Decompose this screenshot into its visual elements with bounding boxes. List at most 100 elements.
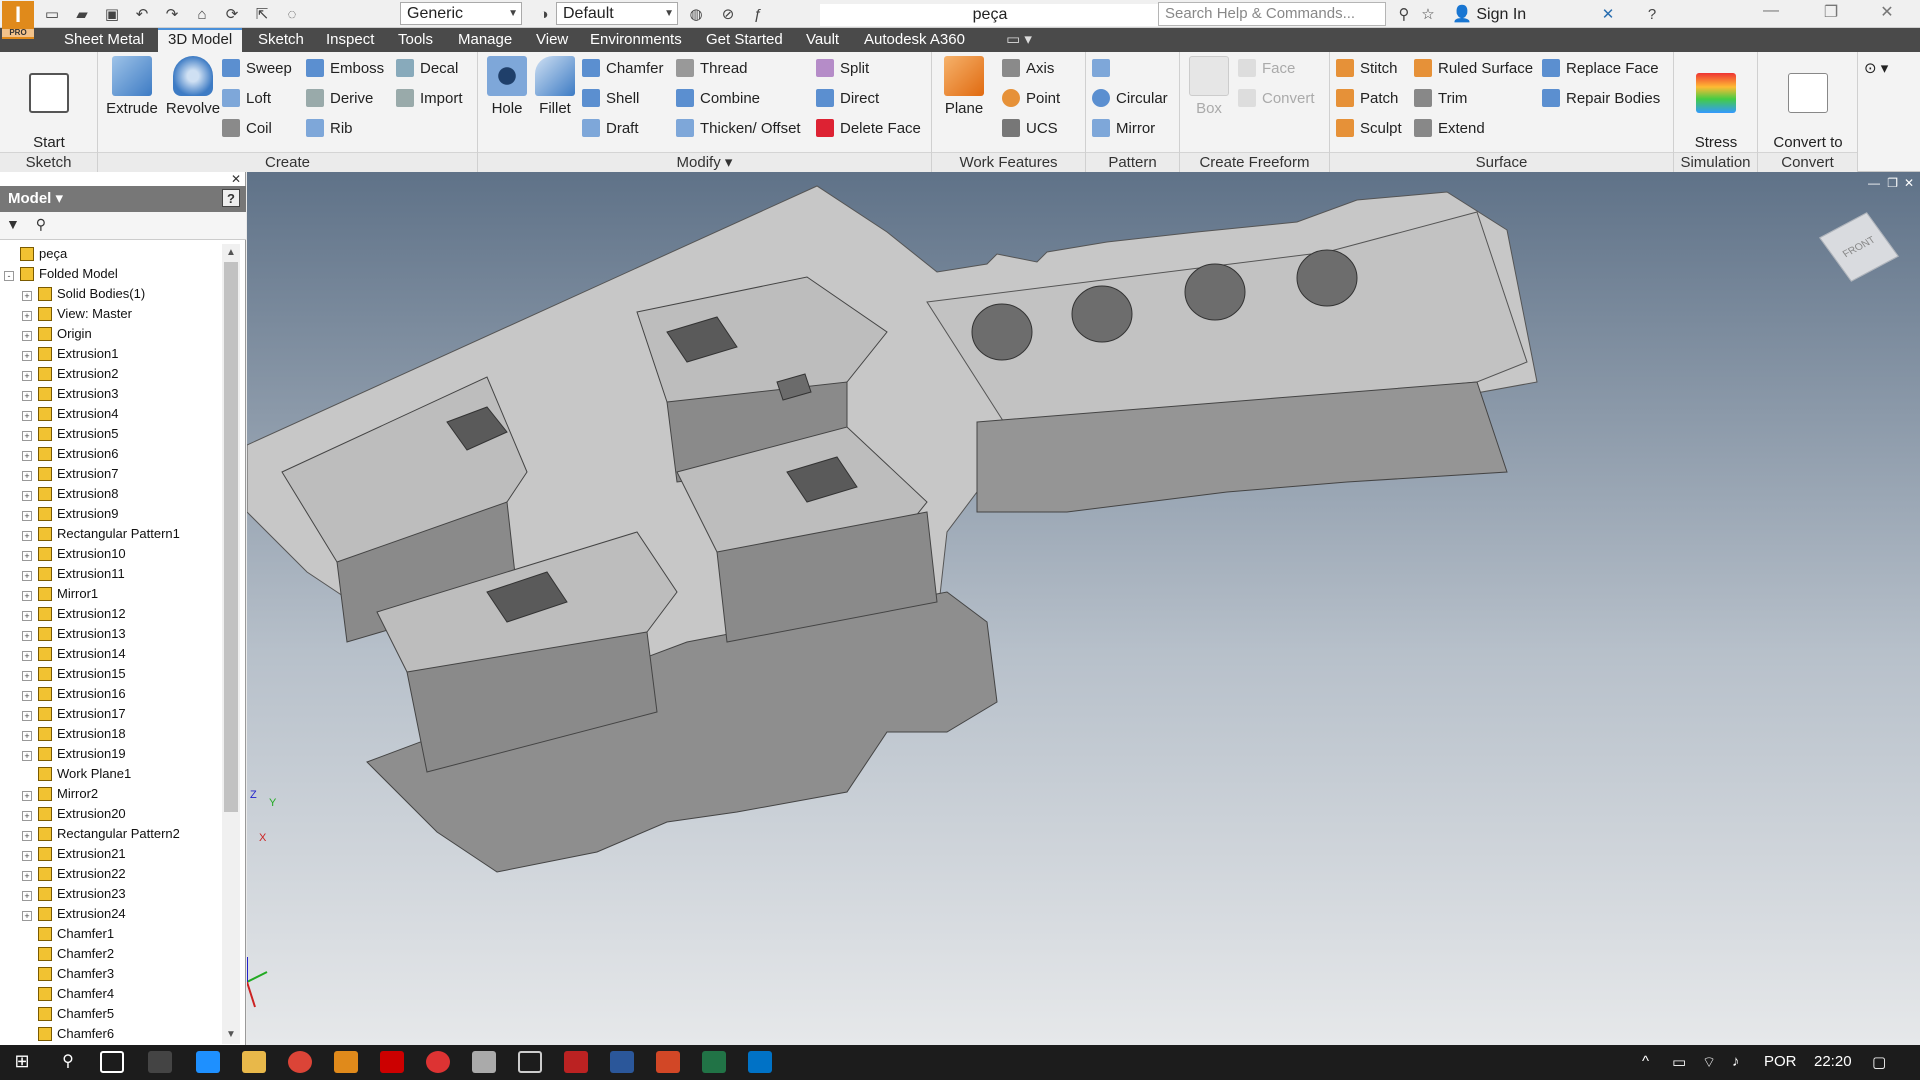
tree-item[interactable]: + Rectangular Pattern1 xyxy=(4,524,222,544)
lightroom-icon[interactable] xyxy=(518,1051,542,1073)
expand-toggle-icon[interactable]: + xyxy=(22,331,32,341)
outlook-icon[interactable] xyxy=(748,1051,772,1073)
search-icon[interactable]: ⚲ xyxy=(56,1051,80,1073)
loft-button[interactable]: Loft xyxy=(222,86,271,112)
expand-toggle-icon[interactable]: + xyxy=(22,631,32,641)
tree-item[interactable]: + Extrusion6 xyxy=(4,444,222,464)
undo-icon[interactable]: ↶ xyxy=(130,3,154,25)
expand-toggle-icon[interactable]: + xyxy=(22,731,32,741)
tree-item[interactable]: + Extrusion18 xyxy=(4,724,222,744)
update-icon[interactable]: ⟳ xyxy=(220,3,244,25)
expand-toggle-icon[interactable]: + xyxy=(22,391,32,401)
search-help-input[interactable]: Search Help & Commands... xyxy=(1158,2,1386,26)
tab-tools[interactable]: Tools xyxy=(388,28,443,52)
tree-item[interactable]: + Extrusion19 xyxy=(4,744,222,764)
tree-item[interactable]: + Extrusion21 xyxy=(4,844,222,864)
expand-toggle-icon[interactable]: + xyxy=(22,791,32,801)
tree-item[interactable]: + Origin xyxy=(4,324,222,344)
tree-item[interactable]: + Rectangular Pattern2 xyxy=(4,824,222,844)
color-wheel-icon[interactable]: ◑ xyxy=(532,3,556,25)
expand-toggle-icon[interactable]: + xyxy=(22,371,32,381)
expand-toggle-icon[interactable]: + xyxy=(22,871,32,881)
sculpt-button[interactable]: Sculpt xyxy=(1336,116,1402,142)
tree-item[interactable]: + Extrusion10 xyxy=(4,544,222,564)
browser-help-icon[interactable]: ? xyxy=(222,189,240,207)
part-model[interactable] xyxy=(247,172,1920,1045)
derive-button[interactable]: Derive xyxy=(306,86,373,112)
tree-item[interactable]: + Extrusion4 xyxy=(4,404,222,424)
inventor-taskbar-icon[interactable] xyxy=(334,1051,358,1073)
task-view-icon[interactable] xyxy=(100,1051,124,1073)
point-button[interactable]: Point xyxy=(1002,86,1060,112)
import-button[interactable]: Import xyxy=(396,86,463,112)
excel-icon[interactable] xyxy=(702,1051,726,1073)
tab-view[interactable]: View xyxy=(526,28,578,52)
scroll-down-icon[interactable]: ▼ xyxy=(222,1026,240,1044)
sweep-button[interactable]: Sweep xyxy=(222,56,292,82)
coil-button[interactable]: Coil xyxy=(222,116,272,142)
tree-item[interactable]: + Extrusion11 xyxy=(4,564,222,584)
app-book-icon[interactable] xyxy=(564,1051,588,1073)
inventor-logo[interactable]: I PRO xyxy=(2,1,34,39)
tree-item[interactable]: Chamfer5 xyxy=(4,1004,222,1024)
tree-item[interactable]: Work Plane1 xyxy=(4,764,222,784)
expand-toggle-icon[interactable]: + xyxy=(22,471,32,481)
edge-browser-icon[interactable] xyxy=(196,1051,220,1073)
expand-toggle-icon[interactable]: + xyxy=(22,451,32,461)
delete-face-button[interactable]: Delete Face xyxy=(816,116,921,142)
tree-item[interactable]: Chamfer3 xyxy=(4,964,222,984)
expand-toggle-icon[interactable]: + xyxy=(22,711,32,721)
browser-scrollbar[interactable]: ▲ ▼ xyxy=(222,244,240,1044)
tree-item[interactable]: + Extrusion22 xyxy=(4,864,222,884)
expand-toggle-icon[interactable]: + xyxy=(22,511,32,521)
sign-in-button[interactable]: 👤 Sign In xyxy=(1452,4,1526,24)
revolve-button[interactable]: Revolve xyxy=(160,56,226,117)
help-icon[interactable]: ? xyxy=(1640,3,1664,25)
scroll-thumb[interactable] xyxy=(224,262,238,812)
open-folder-icon[interactable]: ▰ xyxy=(70,3,94,25)
tree-item[interactable]: + Extrusion14 xyxy=(4,644,222,664)
expand-toggle-icon[interactable]: + xyxy=(22,291,32,301)
expand-toggle-icon[interactable]: + xyxy=(22,551,32,561)
thicken-offset-button[interactable]: Thicken/ Offset xyxy=(676,116,801,142)
scroll-up-icon[interactable]: ▲ xyxy=(222,244,240,262)
plane-button[interactable]: Plane xyxy=(938,56,990,117)
tab-environments[interactable]: Environments xyxy=(580,28,692,52)
expand-toggle-icon[interactable]: + xyxy=(22,811,32,821)
material-combo[interactable]: Generic ▼ xyxy=(400,2,522,25)
expand-toggle-icon[interactable]: + xyxy=(22,591,32,601)
trim-button[interactable]: Trim xyxy=(1414,86,1467,112)
fillet-button[interactable]: Fillet xyxy=(530,56,580,117)
tree-item[interactable]: Chamfer4 xyxy=(4,984,222,1004)
hole-button[interactable]: Hole xyxy=(482,56,532,117)
ucs-button[interactable]: UCS xyxy=(1002,116,1058,142)
minimize-button[interactable]: — xyxy=(1746,2,1796,26)
tree-item[interactable]: + Extrusion17 xyxy=(4,704,222,724)
expand-toggle-icon[interactable]: + xyxy=(22,351,32,361)
thread-button[interactable]: Thread xyxy=(676,56,748,82)
mirror-button[interactable]: Mirror xyxy=(1092,116,1155,142)
expand-toggle-icon[interactable]: + xyxy=(22,691,32,701)
tree-item[interactable]: + Extrusion5 xyxy=(4,424,222,444)
tree-item[interactable]: + Extrusion8 xyxy=(4,484,222,504)
app-cube-icon[interactable] xyxy=(472,1051,496,1073)
combine-button[interactable]: Combine xyxy=(676,86,760,112)
freeform-face-button[interactable]: Face xyxy=(1238,56,1295,82)
expand-toggle-icon[interactable]: + xyxy=(22,851,32,861)
home-icon[interactable]: ⌂ xyxy=(190,3,214,25)
binoculars-icon[interactable]: ⚲ xyxy=(1392,3,1416,25)
stitch-button[interactable]: Stitch xyxy=(1336,56,1398,82)
language-indicator[interactable]: POR xyxy=(1764,1053,1797,1070)
tab-get-started[interactable]: Get Started xyxy=(696,28,793,52)
restore-button[interactable]: ❐ xyxy=(1806,2,1856,26)
fx-parameters-icon[interactable]: ƒ xyxy=(746,3,770,25)
wifi-icon[interactable]: ⌔ xyxy=(1702,1053,1716,1072)
tray-chevron-icon[interactable]: ^ xyxy=(1642,1053,1649,1070)
tree-item[interactable]: + Extrusion15 xyxy=(4,664,222,684)
adjust-icon[interactable]: ◍ xyxy=(684,3,708,25)
exchange-icon[interactable]: ✕ xyxy=(1596,3,1620,25)
decal-button[interactable]: Decal xyxy=(396,56,458,82)
replace-face-button[interactable]: Replace Face xyxy=(1542,56,1659,82)
tree-item[interactable]: + Extrusion2 xyxy=(4,364,222,384)
tab-manage[interactable]: Manage xyxy=(448,28,522,52)
